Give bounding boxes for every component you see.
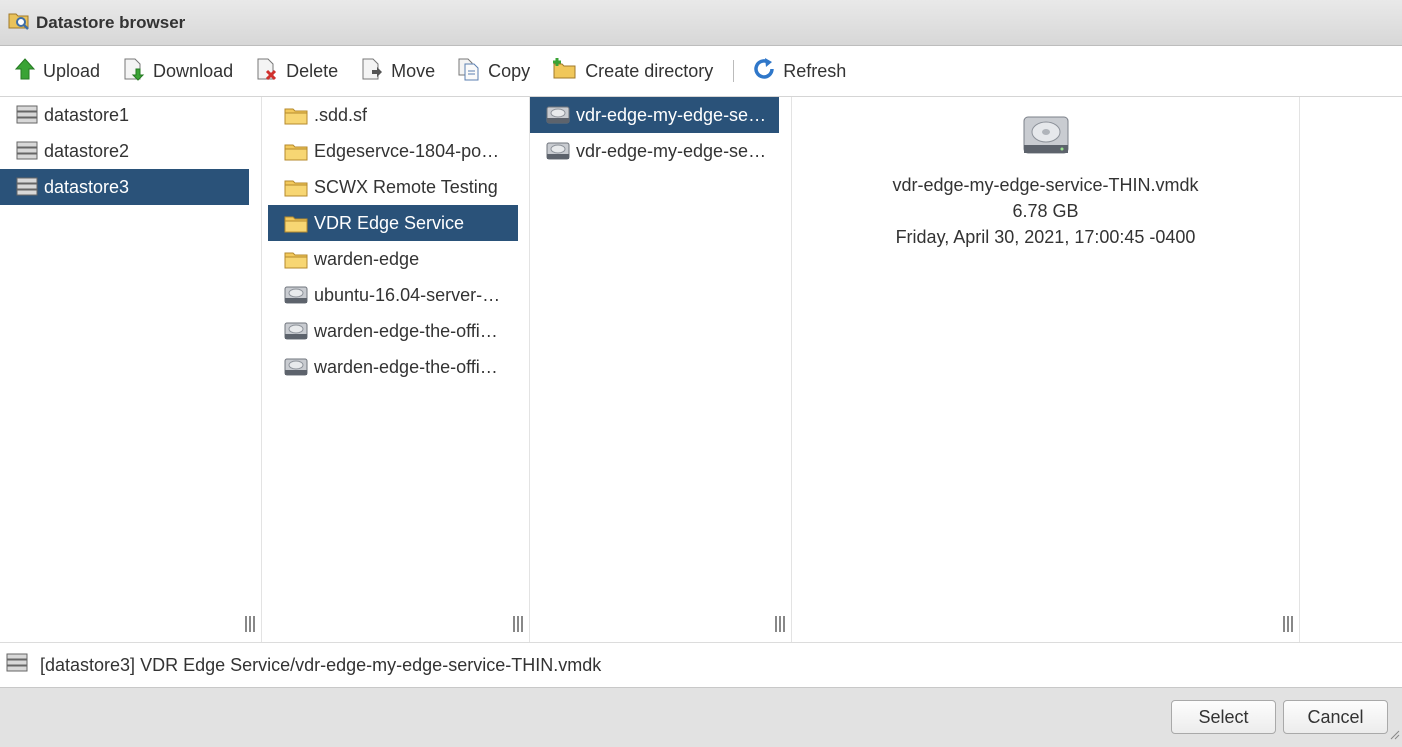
copy-icon [457, 57, 488, 86]
list-item-label: warden-edge [314, 248, 420, 269]
list-item[interactable]: ubuntu-16.04-server-… [268, 277, 518, 313]
move-button[interactable]: Move [360, 57, 435, 86]
folder-column: .sdd.sf Edgeservce-1804-po… SCWX Remote Te… [262, 97, 530, 642]
toolbar: Upload Download Delete Move Copy Create … [0, 46, 1402, 97]
list-item[interactable]: SCWX Remote Testing [268, 169, 518, 205]
list-item-label: datastore3 [44, 176, 130, 197]
refresh-icon [752, 57, 783, 86]
select-button[interactable]: Select [1171, 700, 1276, 734]
datastore-icon [16, 177, 44, 197]
column-resize-handle[interactable] [513, 616, 523, 632]
column-resize-handle[interactable] [245, 616, 255, 632]
column-resize-handle[interactable] [775, 616, 785, 632]
copy-button[interactable]: Copy [457, 57, 530, 86]
cancel-button[interactable]: Cancel [1283, 700, 1388, 734]
list-item-label: warden-edge-the-offi… [314, 356, 498, 377]
move-icon [360, 57, 391, 86]
list-item-label: SCWX Remote Testing [314, 176, 498, 197]
folder-icon [284, 141, 314, 161]
preview-modified-date: Friday, April 30, 2021, 17:00:45 -0400 [895, 227, 1196, 247]
list-item[interactable]: warden-edge-the-offi… [268, 349, 518, 385]
list-item-label: vdr-edge-my-edge-se… [576, 140, 767, 161]
preview-size: 6.78 GB [1012, 201, 1079, 221]
new-folder-icon [552, 57, 585, 86]
list-item-label: datastore1 [44, 104, 130, 125]
list-item-label: vdr-edge-my-edge-se… [576, 104, 767, 125]
folder-icon [284, 249, 314, 269]
list-item[interactable]: vdr-edge-my-edge-se… [530, 133, 779, 169]
disk-file-icon [546, 141, 576, 161]
empty-column [1300, 97, 1402, 642]
disk-file-icon [284, 357, 314, 377]
datastore-browser-icon [8, 9, 30, 36]
folder-icon [284, 177, 314, 197]
disk-file-icon [546, 105, 576, 125]
refresh-button[interactable]: Refresh [752, 57, 846, 86]
list-item-label: Edgeservce-1804-po… [314, 140, 500, 161]
delete-icon [255, 57, 286, 86]
list-item-label: .sdd.sf [314, 104, 368, 125]
file-preview: vdr-edge-my-edge-service-THIN.vmdk 6.78 … [792, 97, 1299, 250]
list-item-label: ubuntu-16.04-server-… [314, 284, 501, 305]
disk-file-icon [284, 285, 314, 305]
toolbar-separator [733, 60, 735, 82]
preview-filename: vdr-edge-my-edge-service-THIN.vmdk [892, 175, 1199, 195]
move-label: Move [391, 60, 436, 81]
list-item[interactable]: .sdd.sf [268, 97, 518, 133]
list-item[interactable]: datastore3 [0, 169, 249, 205]
list-item[interactable]: datastore1 [0, 97, 249, 133]
copy-label: Copy [488, 60, 531, 81]
browser-columns: datastore1 datastore2 datastore3 .sdd.sf Ed… [0, 97, 1402, 642]
folder-icon [284, 213, 314, 233]
selected-path: [datastore3] VDR Edge Service/vdr-edge-m… [40, 654, 602, 675]
list-item[interactable]: vdr-edge-my-edge-se… [530, 97, 779, 133]
datastore-icon [6, 653, 40, 678]
list-item-label: warden-edge-the-offi… [314, 320, 498, 341]
list-item-label: VDR Edge Service [314, 212, 465, 233]
list-item[interactable]: warden-edge-the-offi… [268, 313, 518, 349]
list-item[interactable]: datastore2 [0, 133, 249, 169]
delete-label: Delete [286, 60, 339, 81]
download-icon [122, 57, 153, 86]
upload-label: Upload [43, 60, 101, 81]
disk-file-icon [284, 321, 314, 341]
resize-grip-icon[interactable] [1390, 727, 1400, 745]
download-button[interactable]: Download [122, 57, 233, 86]
list-item[interactable]: VDR Edge Service [268, 205, 518, 241]
path-bar: [datastore3] VDR Edge Service/vdr-edge-m… [0, 642, 1402, 687]
column-resize-handle[interactable] [1283, 616, 1293, 632]
folder-icon [284, 105, 314, 125]
title-bar: Datastore browser [0, 0, 1402, 46]
delete-button[interactable]: Delete [255, 57, 338, 86]
preview-column: vdr-edge-my-edge-service-THIN.vmdk 6.78 … [792, 97, 1300, 642]
subfolder-column: vdr-edge-my-edge-se… vdr-edge-my-edge-se… [530, 97, 792, 642]
datastore-icon [16, 141, 44, 161]
hard-disk-icon [1022, 113, 1070, 172]
list-item[interactable]: Edgeservce-1804-po… [268, 133, 518, 169]
upload-icon [14, 57, 43, 86]
datastore-column: datastore1 datastore2 datastore3 [0, 97, 262, 642]
list-item[interactable]: warden-edge [268, 241, 518, 277]
datastore-icon [16, 105, 44, 125]
create-directory-button[interactable]: Create directory [552, 57, 713, 86]
dialog-footer: Select Cancel [0, 687, 1402, 747]
upload-button[interactable]: Upload [14, 57, 100, 86]
create-directory-label: Create directory [585, 60, 714, 81]
refresh-label: Refresh [783, 60, 847, 81]
list-item-label: datastore2 [44, 140, 130, 161]
download-label: Download [153, 60, 234, 81]
window-title: Datastore browser [36, 12, 186, 32]
